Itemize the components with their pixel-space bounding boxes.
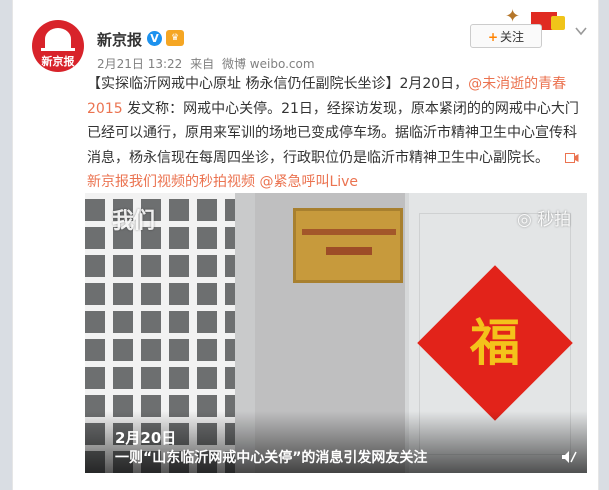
caption-date: 2月20日 <box>115 429 177 447</box>
video-link[interactable]: 新京报我们视频的秒拍视频 <box>87 174 255 190</box>
plaque-line <box>326 247 372 255</box>
plaque-line <box>302 229 396 235</box>
post-meta: 2月21日 13:22 来自 微博 weibo.com <box>97 55 319 72</box>
source-prefix: 来自 <box>190 57 215 71</box>
post-headline: 【实探临沂网戒中心原址 杨永信仍任副院长坐诊】2月20日， <box>87 76 469 92</box>
vip-crown-icon: ♛ <box>166 30 184 46</box>
post-date[interactable]: 2月21日 13:22 <box>97 57 182 71</box>
chevron-down-icon[interactable] <box>574 24 588 38</box>
post-content: 【实探临沂网戒中心原址 杨永信仍任副院长坐诊】2月20日，@未消逝的青春2015… <box>87 72 587 195</box>
building-dome-icon <box>45 28 71 50</box>
follow-label: 关注 <box>500 30 525 44</box>
lantern-icon <box>551 16 565 30</box>
weibo-post-card: ✦ 新京报 新京报 V ♛ 2月21日 13:22 来自 微博 weibo.co… <box>12 0 599 490</box>
avatar[interactable]: 新京报 <box>32 20 84 72</box>
watermark-left: 我们 <box>112 209 155 234</box>
verified-badge-icon: V <box>147 31 162 46</box>
watermark-right-text: 秒拍 <box>537 210 572 230</box>
video-player[interactable]: 福 我们 ◎ 秒拍 2月20日 一则“山东临沂网戒中心关停”的消息引发网友关注 <box>85 193 587 473</box>
author-name[interactable]: 新京报 <box>97 29 142 50</box>
mention-link-live[interactable]: @紧急呼叫Live <box>259 174 358 190</box>
caption-text: 一则“山东临沂网戒中心关停”的消息引发网友关注 <box>115 450 428 466</box>
post-source[interactable]: 微博 weibo.com <box>222 57 315 71</box>
video-link-icon <box>565 152 579 163</box>
miaopai-icon: ◎ <box>517 210 532 230</box>
post-body: 发文称：网戒中心关停。21日，经探访发现，原本紧闭的的网戒中心大门已经可以通行，… <box>87 100 579 166</box>
plaque-sign <box>293 208 403 283</box>
watermark-right: ◎ 秒拍 <box>517 205 571 230</box>
plus-icon: + <box>487 30 499 44</box>
mute-icon[interactable] <box>561 450 577 464</box>
avatar-logo-text: 新京报 <box>41 55 75 68</box>
fu-character: 福 <box>470 313 520 372</box>
building-base-icon <box>41 48 75 51</box>
follow-button[interactable]: + 关注 <box>470 24 542 48</box>
